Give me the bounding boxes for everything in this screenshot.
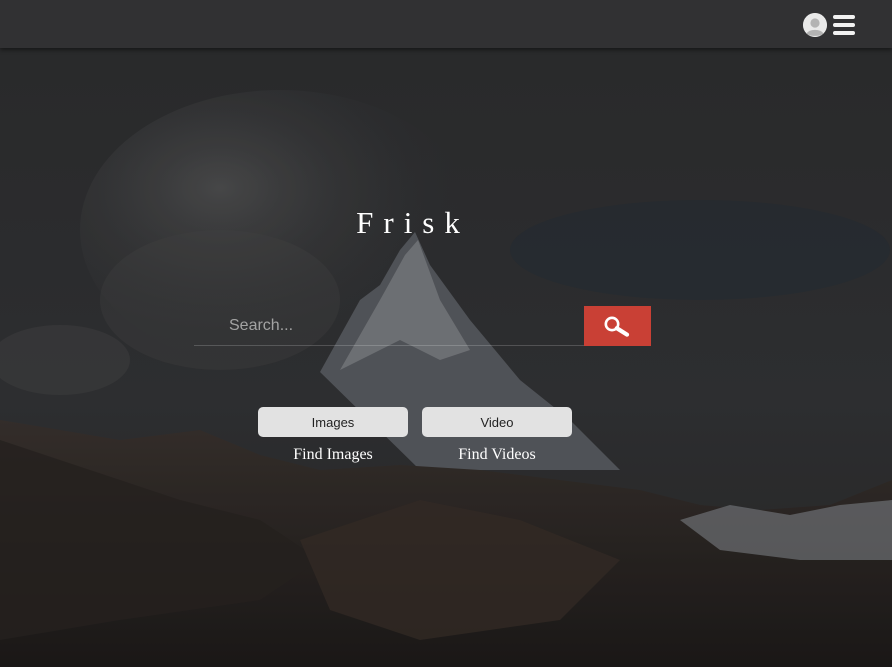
search-input[interactable] bbox=[194, 306, 584, 346]
magnifier-icon bbox=[604, 316, 630, 337]
video-button[interactable]: Video bbox=[422, 407, 572, 437]
top-bar bbox=[0, 0, 892, 48]
app-title: Frisk bbox=[356, 205, 470, 240]
user-avatar-icon[interactable] bbox=[803, 13, 827, 37]
find-images-link[interactable]: Find Images bbox=[258, 446, 408, 464]
hamburger-menu-icon[interactable] bbox=[833, 14, 855, 36]
find-videos-link[interactable]: Find Videos bbox=[422, 446, 572, 464]
search-bar bbox=[194, 306, 651, 346]
page: Frisk Images Video Find Images Find Vide… bbox=[0, 0, 892, 667]
images-button[interactable]: Images bbox=[258, 407, 408, 437]
search-button[interactable] bbox=[584, 306, 651, 346]
